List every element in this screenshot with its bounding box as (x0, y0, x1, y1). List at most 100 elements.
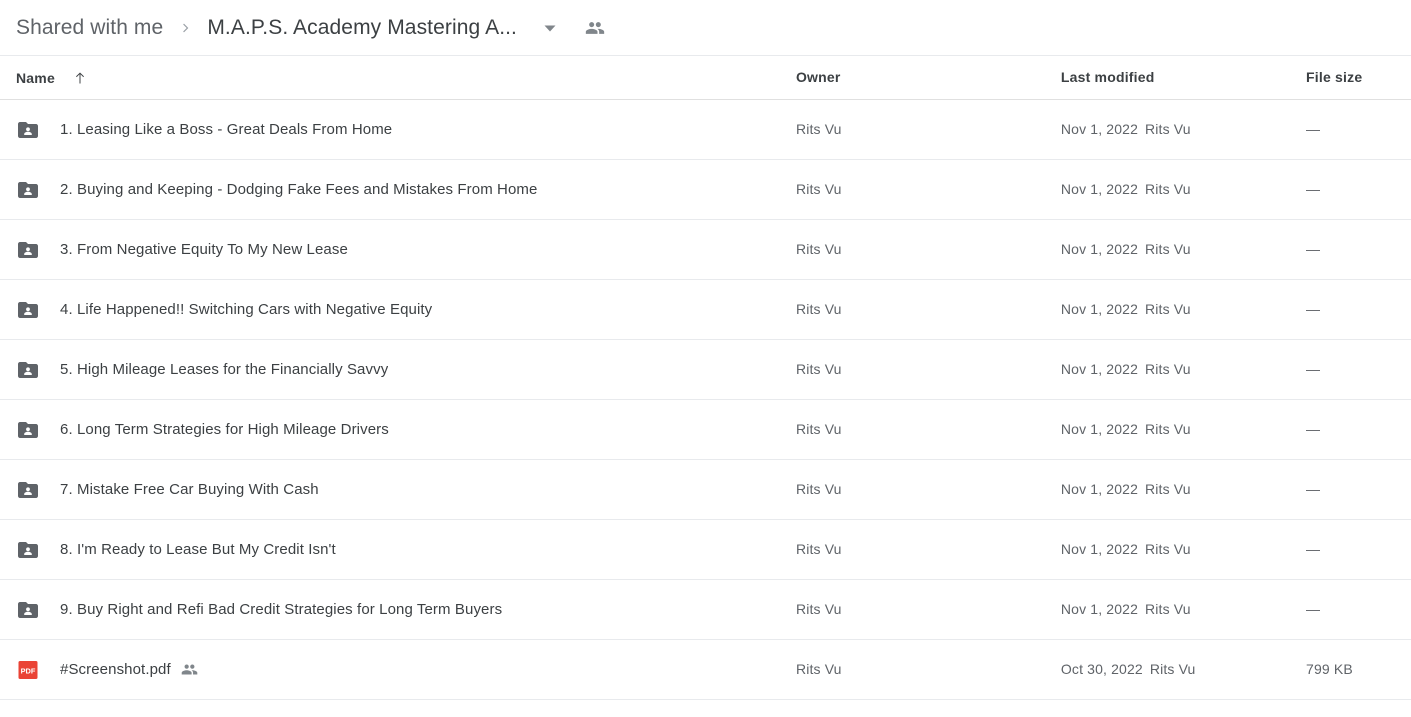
column-header-file-size-label: File size (1306, 68, 1363, 85)
cell-last-modified: Nov 1, 2022 Rits Vu (1061, 601, 1306, 619)
arrow-up-icon (71, 69, 89, 87)
cell-owner: Rits Vu (796, 181, 1061, 199)
modified-by-label: Rits Vu (1145, 240, 1191, 257)
file-size-label: — (1306, 240, 1321, 257)
file-name-label: 6. Long Term Strategies for High Mileage… (60, 421, 389, 438)
drive-file-list-page: Shared with me M.A.P.S. Academy Masterin… (0, 0, 1411, 717)
modified-date-label: Nov 1, 2022 (1060, 300, 1139, 317)
file-size-label: — (1306, 480, 1321, 497)
cell-owner: Rits Vu (796, 601, 1061, 619)
column-header-file-size[interactable]: File size (1306, 69, 1395, 87)
cell-name[interactable]: #Screenshot.pdf (16, 658, 796, 682)
cell-last-modified: Nov 1, 2022 Rits Vu (1061, 241, 1306, 259)
people-shared-icon[interactable] (583, 16, 607, 40)
cell-file-size: — (1306, 301, 1395, 319)
cell-name[interactable]: 8. I'm Ready to Lease But My Credit Isn'… (16, 538, 796, 562)
table-row[interactable]: 5. High Mileage Leases for the Financial… (0, 340, 1411, 400)
file-name-label: 4. Life Happened!! Switching Cars with N… (60, 301, 433, 318)
column-header-last-modified[interactable]: Last modified (1061, 69, 1306, 87)
cell-name[interactable]: 4. Life Happened!! Switching Cars with N… (16, 298, 796, 322)
cell-name[interactable]: 7. Mistake Free Car Buying With Cash (16, 478, 796, 502)
table-row[interactable]: 3. From Negative Equity To My New Lease R… (0, 220, 1411, 280)
cell-file-size: — (1306, 241, 1395, 259)
modified-by-label: Rits Vu (1145, 480, 1191, 497)
breadcrumb-current-folder[interactable]: M.A.P.S. Academy Mastering A... (207, 16, 517, 40)
modified-date-label: Nov 1, 2022 (1060, 480, 1139, 497)
shared-folder-icon (16, 238, 40, 262)
file-name-label: 2. Buying and Keeping - Dodging Fake Fee… (60, 181, 538, 198)
table-row[interactable]: 4. Life Happened!! Switching Cars with N… (0, 280, 1411, 340)
shared-people-icon (181, 661, 198, 678)
cell-file-size: 799 KB (1306, 661, 1395, 679)
table-row[interactable]: 7. Mistake Free Car Buying With Cash Rits… (0, 460, 1411, 520)
modified-by-label: Rits Vu (1145, 300, 1191, 317)
shared-folder-icon (16, 358, 40, 382)
cell-name[interactable]: 9. Buy Right and Refi Bad Credit Strateg… (16, 598, 796, 622)
modified-date-label: Nov 1, 2022 (1060, 120, 1139, 137)
cell-file-size: — (1306, 541, 1395, 559)
cell-last-modified: Nov 1, 2022 Rits Vu (1061, 301, 1306, 319)
file-size-label: — (1306, 600, 1321, 617)
shared-folder-icon (16, 298, 40, 322)
cell-owner: Rits Vu (796, 421, 1061, 439)
modified-date-label: Nov 1, 2022 (1060, 600, 1139, 617)
table-row[interactable]: 8. I'm Ready to Lease But My Credit Isn'… (0, 520, 1411, 580)
modified-by-label: Rits Vu (1145, 540, 1191, 557)
chevron-down-icon[interactable] (539, 17, 561, 39)
cell-last-modified: Nov 1, 2022 Rits Vu (1061, 121, 1306, 139)
cell-name[interactable]: 1. Leasing Like a Boss - Great Deals Fro… (16, 118, 796, 142)
breadcrumb-parent-shared-with-me[interactable]: Shared with me (16, 16, 163, 40)
file-size-label: — (1306, 180, 1321, 197)
owner-label: Rits Vu (795, 300, 842, 317)
cell-owner: Rits Vu (796, 661, 1061, 679)
owner-label: Rits Vu (795, 360, 842, 377)
modified-by-label: Rits Vu (1145, 180, 1191, 197)
modified-date-label: Nov 1, 2022 (1060, 420, 1139, 437)
column-header-name-label: Name (16, 69, 55, 86)
modified-date-label: Oct 30, 2022 (1060, 660, 1143, 677)
cell-name[interactable]: 2. Buying and Keeping - Dodging Fake Fee… (16, 178, 796, 202)
cell-file-size: — (1306, 421, 1395, 439)
cell-last-modified: Nov 1, 2022 Rits Vu (1061, 361, 1306, 379)
table-row[interactable]: 2. Buying and Keeping - Dodging Fake Fee… (0, 160, 1411, 220)
modified-date-label: Nov 1, 2022 (1060, 180, 1139, 197)
table-row[interactable]: 9. Buy Right and Refi Bad Credit Strateg… (0, 580, 1411, 640)
shared-folder-icon (16, 598, 40, 622)
column-header-name[interactable]: Name (16, 69, 796, 87)
table-row[interactable]: 1. Leasing Like a Boss - Great Deals Fro… (0, 100, 1411, 160)
owner-label: Rits Vu (795, 420, 842, 437)
file-size-label: — (1306, 420, 1321, 437)
cell-owner: Rits Vu (796, 541, 1061, 559)
cell-last-modified: Nov 1, 2022 Rits Vu (1061, 481, 1306, 499)
cell-last-modified: Oct 30, 2022 Rits Vu (1061, 661, 1306, 679)
file-name-label: #Screenshot.pdf (60, 661, 171, 678)
shared-folder-icon (16, 478, 40, 502)
modified-by-label: Rits Vu (1149, 660, 1196, 677)
column-header-owner[interactable]: Owner (796, 69, 1061, 87)
modified-date-label: Nov 1, 2022 (1060, 540, 1139, 557)
cell-name[interactable]: 6. Long Term Strategies for High Mileage… (16, 418, 796, 442)
modified-by-label: Rits Vu (1145, 600, 1191, 617)
modified-date-label: Nov 1, 2022 (1060, 360, 1139, 377)
table-header-row: Name Owner Last modified File size (0, 56, 1411, 100)
table-row[interactable]: 6. Long Term Strategies for High Mileage… (0, 400, 1411, 460)
file-size-label: — (1306, 120, 1321, 137)
cell-file-size: — (1306, 361, 1395, 379)
owner-label: Rits Vu (795, 480, 842, 497)
chevron-right-icon (177, 19, 195, 37)
shared-folder-icon (16, 178, 40, 202)
cell-owner: Rits Vu (796, 241, 1061, 259)
column-header-owner-label: Owner (795, 68, 841, 85)
modified-by-label: Rits Vu (1145, 360, 1191, 377)
owner-label: Rits Vu (795, 120, 842, 137)
file-name-label: 3. From Negative Equity To My New Lease (60, 241, 348, 258)
file-name-label: 9. Buy Right and Refi Bad Credit Strateg… (60, 601, 503, 618)
owner-label: Rits Vu (795, 660, 842, 677)
table-row[interactable]: #Screenshot.pdf Rits Vu Oct 30, 2022 Rits V… (0, 640, 1411, 700)
file-size-label: — (1306, 360, 1321, 377)
file-rows: 1. Leasing Like a Boss - Great Deals Fro… (0, 100, 1411, 700)
cell-file-size: — (1306, 601, 1395, 619)
cell-file-size: — (1306, 181, 1395, 199)
cell-name[interactable]: 3. From Negative Equity To My New Lease (16, 238, 796, 262)
cell-name[interactable]: 5. High Mileage Leases for the Financial… (16, 358, 796, 382)
